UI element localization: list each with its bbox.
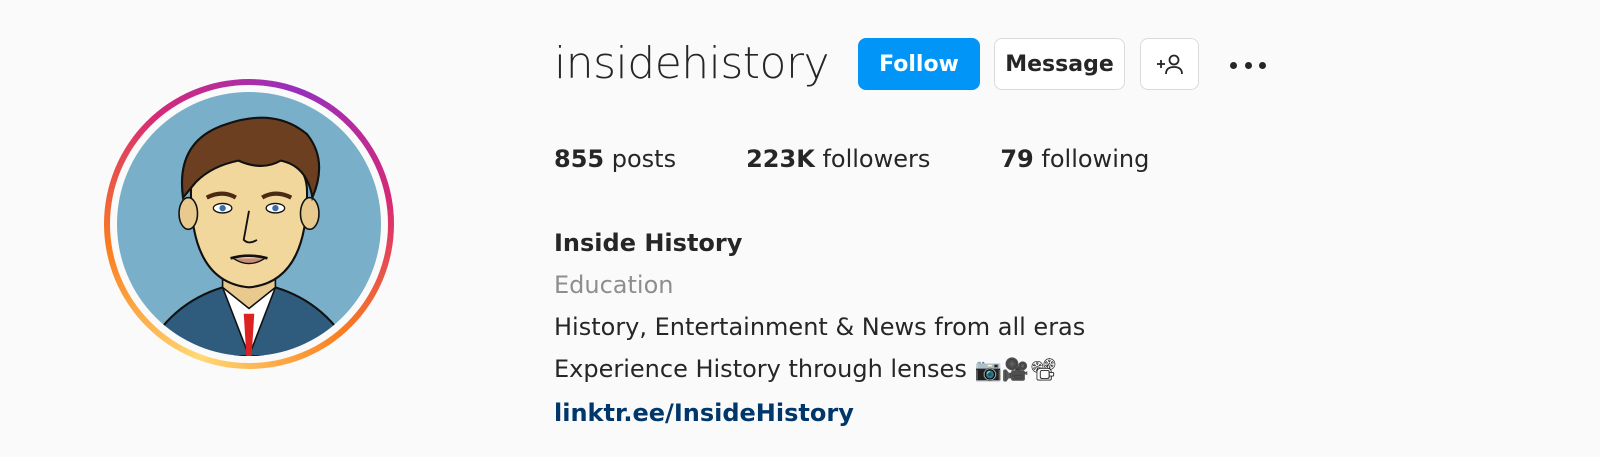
followers-stat[interactable]: 223K followers (746, 145, 930, 173)
bio-line: History, Entertainment & News from all e… (554, 313, 1086, 341)
suggest-button[interactable] (1140, 38, 1199, 90)
follow-button[interactable]: Follow (858, 38, 980, 90)
username: insidehistory (554, 38, 830, 89)
full-name: Inside History (554, 229, 743, 257)
dot (1230, 61, 1237, 69)
bio-line-with-emoji: Experience History through lenses 📷🎥📽 (554, 348, 1085, 392)
posts-label: posts (611, 145, 677, 173)
followers-label: followers (822, 145, 931, 173)
profile-stats: 855 posts 223K followers 79 following (554, 145, 1219, 173)
following-label: following (1041, 145, 1150, 173)
story-ring[interactable] (104, 79, 394, 369)
profile-header: insidehistory Follow Message 855 posts 2… (0, 0, 1600, 457)
posts-stat[interactable]: 855 posts (554, 145, 676, 173)
avatar[interactable] (117, 92, 381, 356)
bio: Inside History Education History, Entert… (554, 222, 1085, 434)
dot (1259, 61, 1266, 69)
avatar-gap (110, 85, 388, 363)
category-label: Education (554, 271, 674, 299)
posts-count: 855 (554, 145, 605, 173)
bio-link[interactable]: linktr.ee/InsideHistory (554, 392, 1085, 434)
add-person-icon (1156, 54, 1183, 75)
more-options-icon[interactable] (1226, 50, 1270, 80)
message-button[interactable]: Message (994, 38, 1125, 90)
dot (1244, 61, 1252, 69)
profile-portrait-icon (117, 92, 381, 356)
following-stat[interactable]: 79 following (1000, 145, 1149, 173)
bio-line: Experience History through lenses (554, 355, 967, 383)
followers-count: 223K (746, 145, 815, 173)
camera-emoji-icons: 📷🎥📽 (974, 358, 1058, 383)
following-count: 79 (1000, 145, 1034, 173)
